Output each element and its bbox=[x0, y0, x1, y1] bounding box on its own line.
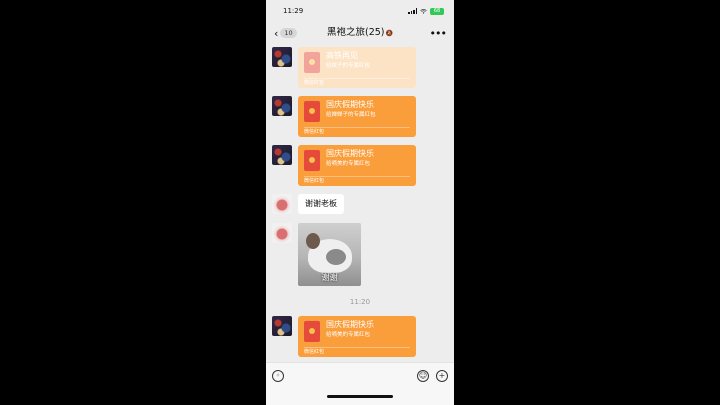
red-envelope-icon bbox=[304, 52, 320, 73]
status-time: 11:29 bbox=[283, 7, 304, 15]
red-packet-footer: 微信红包 bbox=[304, 80, 325, 86]
red-packet-desc: 给婵婵子的专属红包 bbox=[326, 112, 376, 118]
sticker-caption: 谢谢 bbox=[321, 273, 338, 282]
voice-icon[interactable]: ◦ bbox=[272, 370, 284, 382]
red-packet-bubble[interactable]: 国庆假期快乐 给嘀美的专属红包 微信红包 bbox=[298, 316, 416, 357]
bell-slash-icon: 🔕 bbox=[385, 30, 393, 37]
home-indicator bbox=[327, 395, 393, 398]
text-bubble[interactable]: 谢谢老板 bbox=[298, 194, 344, 214]
red-envelope-icon bbox=[304, 101, 320, 122]
red-packet-title: 国庆假期快乐 bbox=[326, 320, 374, 329]
unread-count-badge: 10 bbox=[280, 28, 297, 38]
status-icons: 68 bbox=[408, 7, 444, 15]
red-packet-title: 国庆假期快乐 bbox=[326, 100, 374, 109]
chat-nav-bar: ‹ 10 黑袍之旅(25)🔕 ••• bbox=[266, 22, 454, 44]
phone-screen: 11:29 68 ‹ 10 黑袍之旅(25)🔕 ••• 高铁再见 给侠子的专属红… bbox=[266, 0, 454, 405]
avatar[interactable] bbox=[272, 145, 292, 165]
red-envelope-icon bbox=[304, 321, 320, 342]
plus-icon[interactable]: + bbox=[436, 370, 448, 382]
input-bar: ◦ ☺ + bbox=[266, 362, 454, 405]
red-packet-footer: 微信红包 bbox=[304, 178, 325, 184]
message-red-packet: 高铁再见 给侠子的专属红包 微信红包 bbox=[272, 47, 416, 88]
avatar[interactable] bbox=[272, 194, 292, 214]
message-sticker: 谢谢 bbox=[272, 223, 361, 286]
red-packet-title: 高铁再见 bbox=[326, 51, 358, 60]
red-packet-bubble[interactable]: 国庆假期快乐 给婵婵子的专属红包 微信红包 bbox=[298, 96, 416, 137]
status-bar: 11:29 68 bbox=[266, 0, 454, 22]
message-red-packet: 国庆假期快乐 给嘀美的专属红包 微信红包 bbox=[272, 145, 416, 186]
avatar[interactable] bbox=[272, 316, 292, 336]
signal-icon bbox=[408, 8, 417, 14]
red-packet-desc: 给嘀美的专属红包 bbox=[326, 332, 371, 338]
red-envelope-icon bbox=[304, 150, 320, 171]
avatar[interactable] bbox=[272, 96, 292, 116]
message-input[interactable] bbox=[290, 368, 416, 386]
dog-ear-shape bbox=[306, 233, 320, 249]
dog-face-shape bbox=[326, 249, 346, 265]
message-red-packet: 国庆假期快乐 给嘀美的专属红包 微信红包 bbox=[272, 316, 416, 357]
message-timestamp: 11:20 bbox=[349, 298, 371, 306]
red-packet-footer: 微信红包 bbox=[304, 349, 325, 355]
battery-icon: 68 bbox=[430, 7, 444, 15]
wifi-icon bbox=[420, 8, 427, 14]
avatar[interactable] bbox=[272, 47, 292, 67]
back-button[interactable]: ‹ 10 bbox=[274, 28, 297, 39]
chat-title: 黑袍之旅(25) bbox=[327, 27, 385, 38]
chevron-left-icon: ‹ bbox=[274, 26, 279, 40]
red-packet-bubble[interactable]: 国庆假期快乐 给嘀美的专属红包 微信红包 bbox=[298, 145, 416, 186]
message-text: 谢谢老板 bbox=[272, 194, 344, 214]
avatar[interactable] bbox=[272, 223, 292, 243]
red-packet-desc: 给嘀美的专属红包 bbox=[326, 161, 371, 167]
emoji-icon[interactable]: ☺ bbox=[417, 370, 429, 382]
red-packet-title: 国庆假期快乐 bbox=[326, 149, 374, 158]
red-packet-bubble[interactable]: 高铁再见 给侠子的专属红包 微信红包 bbox=[298, 47, 416, 88]
message-red-packet: 国庆假期快乐 给婵婵子的专属红包 微信红包 bbox=[272, 96, 416, 137]
message-list[interactable]: 高铁再见 给侠子的专属红包 微信红包 国庆假期快乐 给婵婵子的专属红包 微信红包… bbox=[266, 44, 454, 362]
more-icon[interactable]: ••• bbox=[430, 27, 447, 40]
red-packet-footer: 微信红包 bbox=[304, 129, 325, 135]
sticker-image[interactable]: 谢谢 bbox=[298, 223, 361, 286]
red-packet-desc: 给侠子的专属红包 bbox=[326, 63, 371, 69]
